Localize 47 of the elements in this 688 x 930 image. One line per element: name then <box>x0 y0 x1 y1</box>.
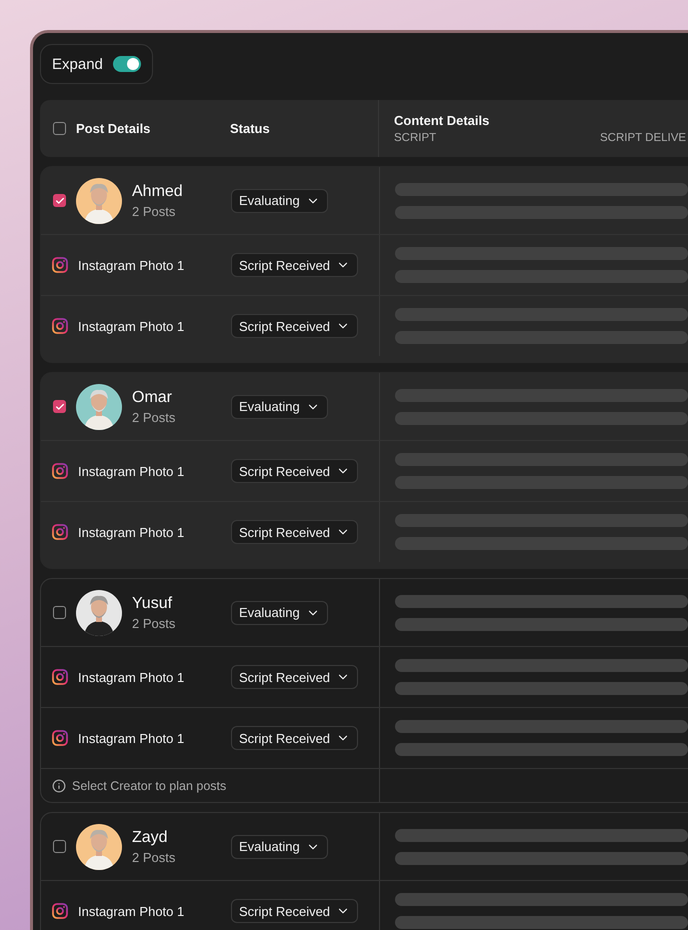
creator-name: Yusuf <box>132 594 174 612</box>
hint-text: Select Creator to plan posts <box>72 778 226 792</box>
post-title: Instagram Photo 1 <box>78 730 184 746</box>
creator-name: Omar <box>132 388 173 406</box>
post-count: 2 Posts <box>132 616 176 630</box>
post-count: 2 Posts <box>132 850 176 864</box>
camera-icon <box>52 669 68 685</box>
camera-icon <box>52 524 68 540</box>
status-dropdown[interactable]: Evaluating <box>231 834 328 858</box>
checkbox[interactable] <box>53 122 66 135</box>
checkbox[interactable] <box>53 606 66 619</box>
status-dropdown[interactable]: Script Received <box>231 899 358 923</box>
column-header: Content Details <box>394 113 490 128</box>
camera-icon <box>52 318 68 334</box>
status-dropdown[interactable]: Script Received <box>231 665 358 689</box>
toggle-switch[interactable] <box>112 56 141 72</box>
status-dropdown[interactable]: Script Received <box>231 520 358 544</box>
post-title: Instagram Photo 1 <box>78 524 184 540</box>
camera-icon <box>52 903 68 919</box>
status-dropdown[interactable]: Evaluating <box>231 394 328 418</box>
post-title: Instagram Photo 1 <box>78 904 184 918</box>
checkbox[interactable] <box>53 400 66 413</box>
subcolumn-header: SCRIPT DELIVE <box>600 132 688 144</box>
post-title: Instagram Photo 1 <box>78 670 184 684</box>
column-header: Status <box>230 121 270 136</box>
camera-icon <box>52 463 68 479</box>
camera-icon <box>52 257 68 273</box>
subcolumn-header: SCRIPT <box>394 132 438 144</box>
status-dropdown[interactable]: Evaluating <box>231 188 328 212</box>
creator-name: Zayd <box>132 828 169 846</box>
status-dropdown[interactable]: Script Received <box>231 726 358 750</box>
checkbox[interactable] <box>53 840 66 853</box>
post-title: Instagram Photo 1 <box>78 318 184 334</box>
status-dropdown[interactable]: Script Received <box>231 253 358 277</box>
status-dropdown[interactable]: Script Received <box>231 314 358 338</box>
column-header: Post Details <box>76 121 150 136</box>
post-title: Instagram Photo 1 <box>78 464 184 478</box>
status-dropdown[interactable]: Script Received <box>231 459 358 483</box>
post-count: 2 Posts <box>132 204 176 218</box>
status-dropdown[interactable]: Evaluating <box>231 600 328 624</box>
toggle-label: Expand <box>52 56 103 72</box>
post-count: 2 Posts <box>132 410 176 424</box>
info-icon <box>52 778 66 792</box>
camera-icon <box>52 730 68 746</box>
checkbox[interactable] <box>53 194 66 207</box>
post-title: Instagram Photo 1 <box>78 258 184 272</box>
creator-name: Ahmed <box>132 182 183 200</box>
